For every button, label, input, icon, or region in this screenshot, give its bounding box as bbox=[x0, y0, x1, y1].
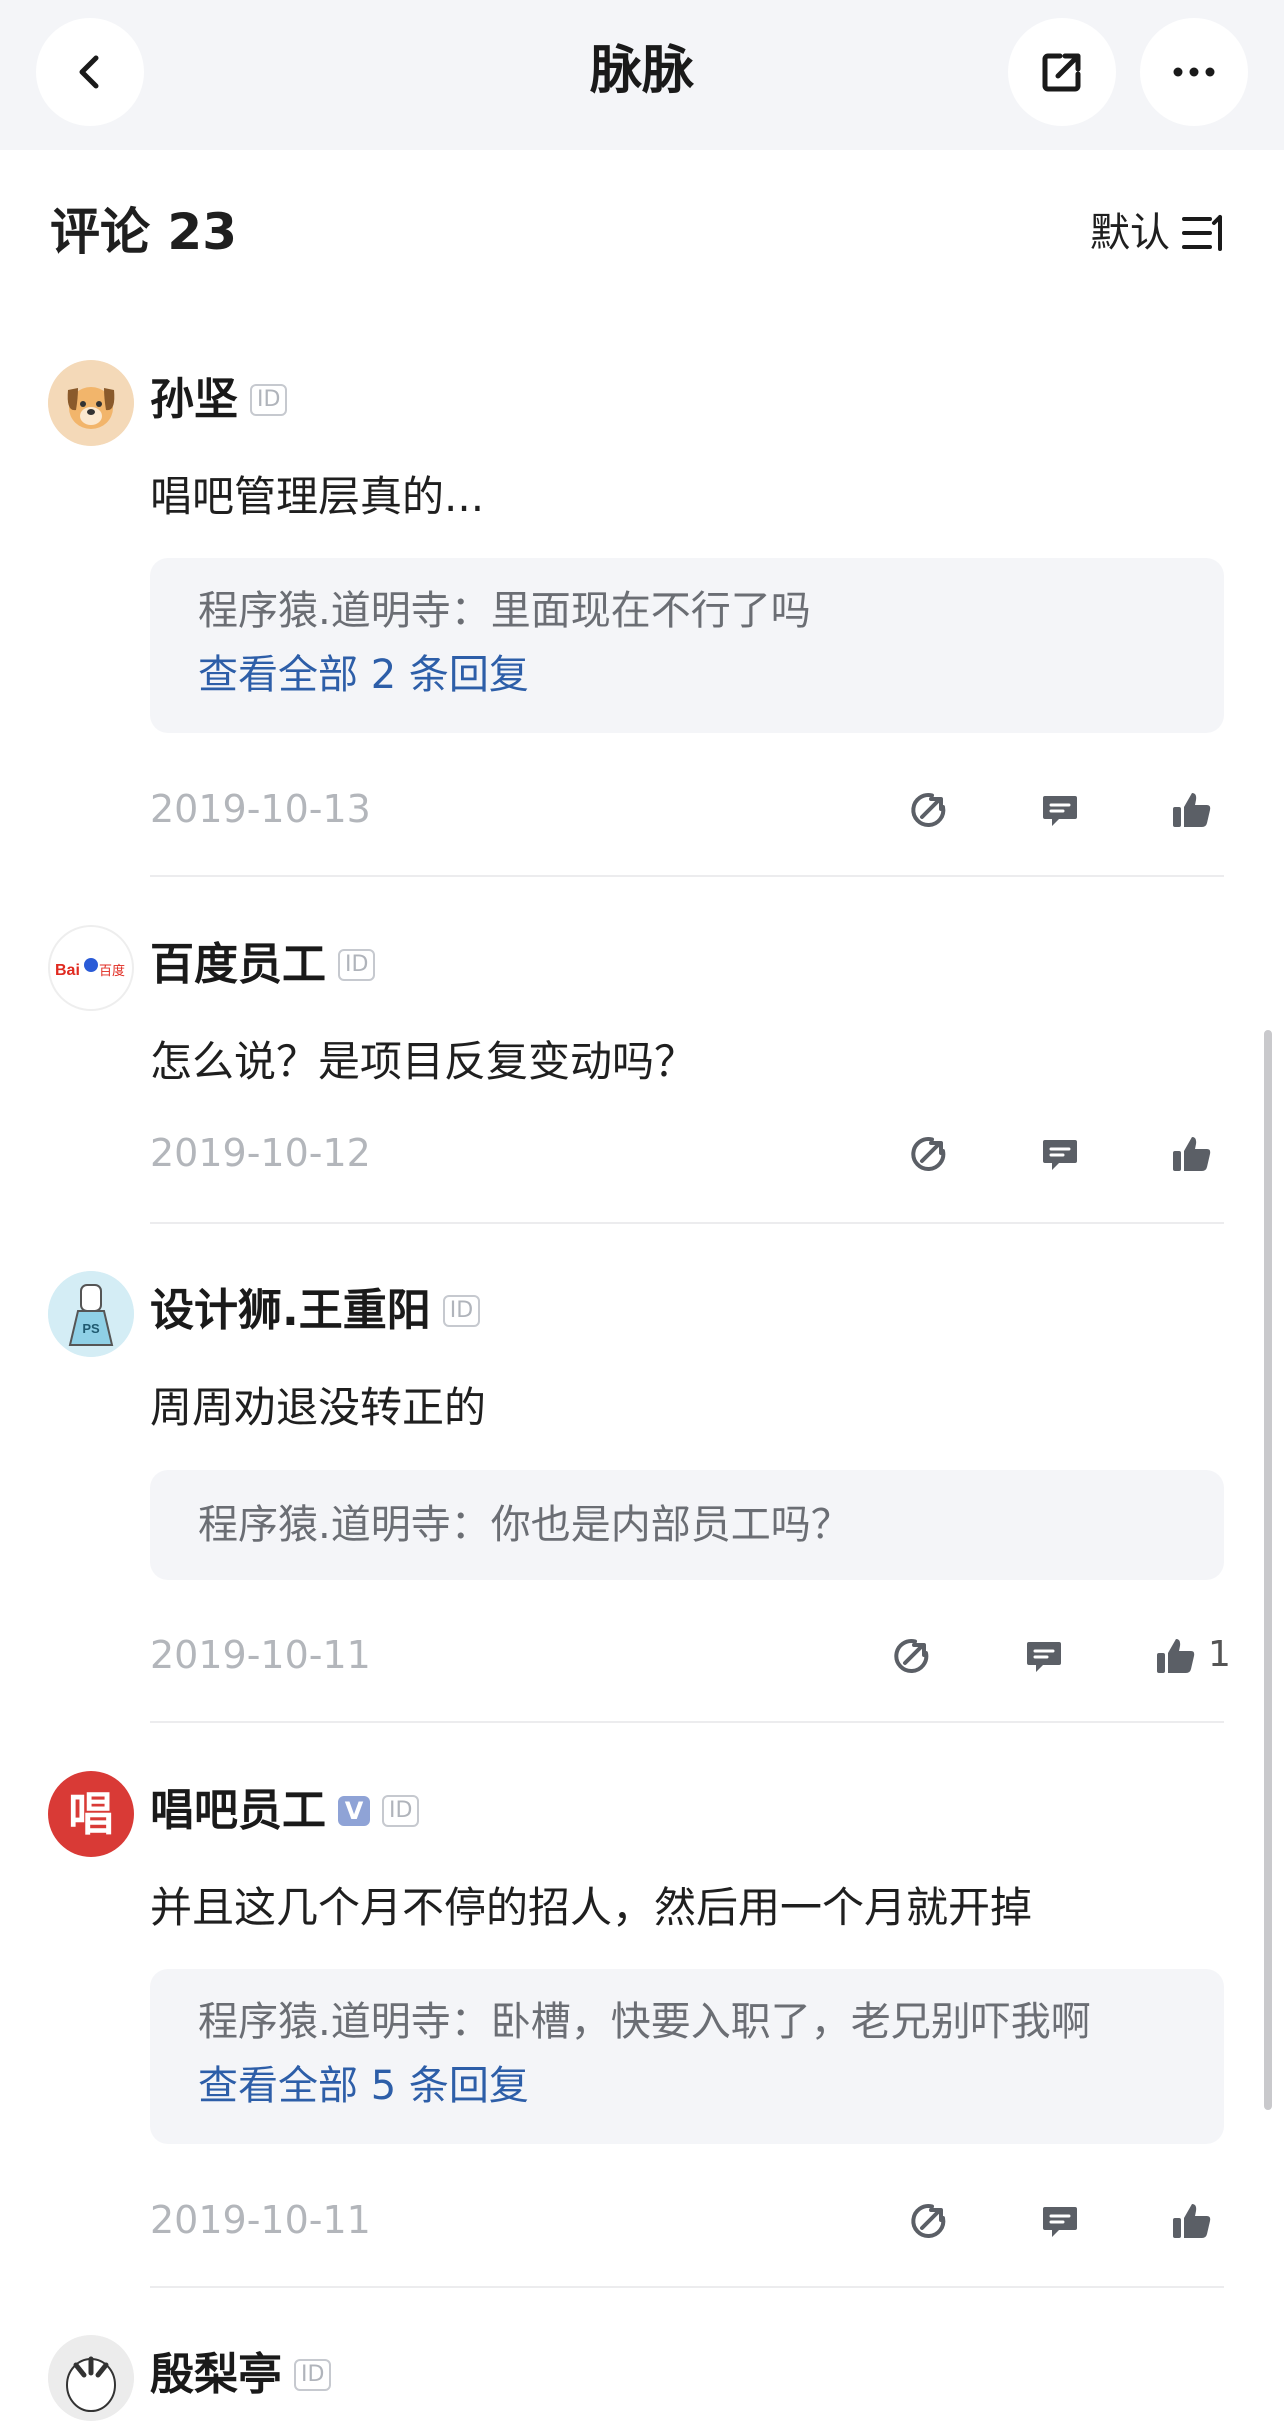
svg-text:Bai: Bai bbox=[55, 962, 80, 979]
comment-date: 2019-10-12 bbox=[150, 1131, 371, 1175]
forward-button[interactable] bbox=[899, 1124, 959, 1184]
view-all-replies-link[interactable]: 查看全部 2 条回复 bbox=[198, 647, 529, 703]
sort-toggle[interactable]: 默认 bbox=[1090, 205, 1228, 261]
reply-preview[interactable]: 程序猿.道明寺：里面现在不行了吗 查看全部 2 条回复 bbox=[150, 558, 1224, 733]
share-button[interactable] bbox=[1008, 18, 1116, 126]
avatar[interactable] bbox=[48, 360, 134, 446]
reply-button[interactable] bbox=[1030, 780, 1090, 840]
view-all-replies-link[interactable]: 查看全部 5 条回复 bbox=[198, 2058, 529, 2114]
thumbs-up-icon bbox=[1157, 1639, 1195, 1673]
thumbs-up-icon bbox=[1173, 1137, 1211, 1171]
forward-icon bbox=[911, 793, 946, 827]
more-button[interactable] bbox=[1140, 18, 1248, 126]
more-dots-icon bbox=[1173, 67, 1215, 77]
reply-button[interactable] bbox=[1014, 1626, 1074, 1686]
comment-bubble-icon bbox=[1043, 2207, 1077, 2237]
divider bbox=[150, 2286, 1224, 2288]
scrollbar[interactable] bbox=[1264, 1030, 1272, 2110]
verified-badge: V bbox=[338, 1796, 370, 1826]
baidu-logo-icon: Bai 百度 bbox=[55, 958, 125, 979]
dog-avatar-icon bbox=[48, 360, 134, 446]
comment-text[interactable]: 并且这几个月不停的招人，然后用一个月就开掉 bbox=[150, 1879, 1032, 1937]
forward-icon bbox=[911, 2204, 946, 2238]
author-name[interactable]: 百度员工 bbox=[150, 935, 326, 995]
reply-button[interactable] bbox=[1030, 1124, 1090, 1184]
reply-preview[interactable]: 程序猿.道明寺：卧槽，快要入职了，老兄别吓我啊 查看全部 5 条回复 bbox=[150, 1969, 1224, 2144]
id-badge: ID bbox=[442, 1295, 481, 1327]
like-button[interactable] bbox=[1162, 1124, 1222, 1184]
reply-line: 程序猿.道明寺：卧槽，快要入职了，老兄别吓我啊 bbox=[198, 1999, 1091, 2045]
id-badge: ID bbox=[338, 949, 376, 981]
sort-label: 默认 bbox=[1090, 210, 1170, 256]
like-count: 1 bbox=[1208, 1634, 1231, 1675]
changba-logo-icon: 唱 bbox=[68, 1787, 114, 1841]
reply-line: 程序猿.道明寺：你也是内部员工吗？ bbox=[198, 1502, 851, 1548]
comment-text[interactable]: 怎么说？是项目反复变动吗？ bbox=[150, 1033, 696, 1091]
avatar[interactable]: 唱 bbox=[48, 1771, 134, 1857]
like-button[interactable] bbox=[1162, 2191, 1222, 2251]
avatar[interactable]: Bai 百度 bbox=[48, 925, 134, 1011]
reply-button[interactable] bbox=[1030, 2191, 1090, 2251]
avatar[interactable]: PS bbox=[48, 1271, 134, 1357]
author-row: 殷梨亭 ID bbox=[150, 2345, 332, 2405]
comment-bubble-icon bbox=[1027, 1642, 1061, 1672]
avatar[interactable] bbox=[48, 2335, 134, 2421]
share-external-icon bbox=[1042, 53, 1081, 92]
comment-text[interactable]: 唱吧管理层真的... bbox=[150, 468, 484, 526]
forward-button[interactable] bbox=[882, 1626, 942, 1686]
author-name[interactable]: 设计狮.王重阳 bbox=[150, 1281, 431, 1341]
thumbs-up-icon bbox=[1173, 793, 1211, 827]
svg-text:百度: 百度 bbox=[99, 963, 125, 979]
svg-text:PS: PS bbox=[82, 1321, 100, 1336]
reply-preview[interactable]: 程序猿.道明寺：你也是内部员工吗？ bbox=[150, 1470, 1224, 1580]
comment-text[interactable]: 周周劝退没转正的 bbox=[150, 1379, 486, 1437]
comment-date: 2019-10-11 bbox=[150, 1633, 371, 1677]
author-name[interactable]: 殷梨亭 bbox=[150, 2345, 282, 2405]
forward-button[interactable] bbox=[899, 780, 959, 840]
zebra-avatar-icon bbox=[48, 2335, 134, 2421]
id-badge: ID bbox=[294, 2359, 332, 2391]
thumbs-up-icon bbox=[1173, 2204, 1211, 2238]
like-button[interactable] bbox=[1162, 780, 1222, 840]
author-row: 设计狮.王重阳 ID bbox=[150, 1281, 481, 1341]
forward-button[interactable] bbox=[899, 2191, 959, 2251]
comment-bubble-icon bbox=[1043, 796, 1077, 826]
designer-avatar-icon: PS bbox=[48, 1271, 134, 1357]
divider bbox=[150, 875, 1224, 877]
divider bbox=[150, 1721, 1224, 1723]
divider bbox=[150, 1222, 1224, 1224]
author-row: 唱吧员工 V ID bbox=[150, 1781, 420, 1841]
author-row: 孙坚 ID bbox=[150, 370, 288, 430]
author-name[interactable]: 孙坚 bbox=[150, 370, 238, 430]
top-nav-bar: 脉脉 bbox=[0, 0, 1284, 150]
sort-lines-icon bbox=[1182, 215, 1222, 251]
forward-icon bbox=[894, 1639, 929, 1673]
comments-count: 评论 23 bbox=[50, 203, 237, 261]
id-badge: ID bbox=[382, 1795, 420, 1827]
comment-date: 2019-10-13 bbox=[150, 787, 371, 831]
comment-date: 2019-10-11 bbox=[150, 2198, 371, 2242]
author-name[interactable]: 唱吧员工 bbox=[150, 1781, 326, 1841]
comment-bubble-icon bbox=[1043, 1140, 1077, 1170]
like-button[interactable] bbox=[1146, 1626, 1206, 1686]
reply-line: 程序猿.道明寺：里面现在不行了吗 bbox=[198, 588, 811, 634]
author-row: 百度员工 ID bbox=[150, 935, 376, 995]
id-badge: ID bbox=[250, 384, 288, 416]
forward-icon bbox=[911, 1137, 946, 1171]
